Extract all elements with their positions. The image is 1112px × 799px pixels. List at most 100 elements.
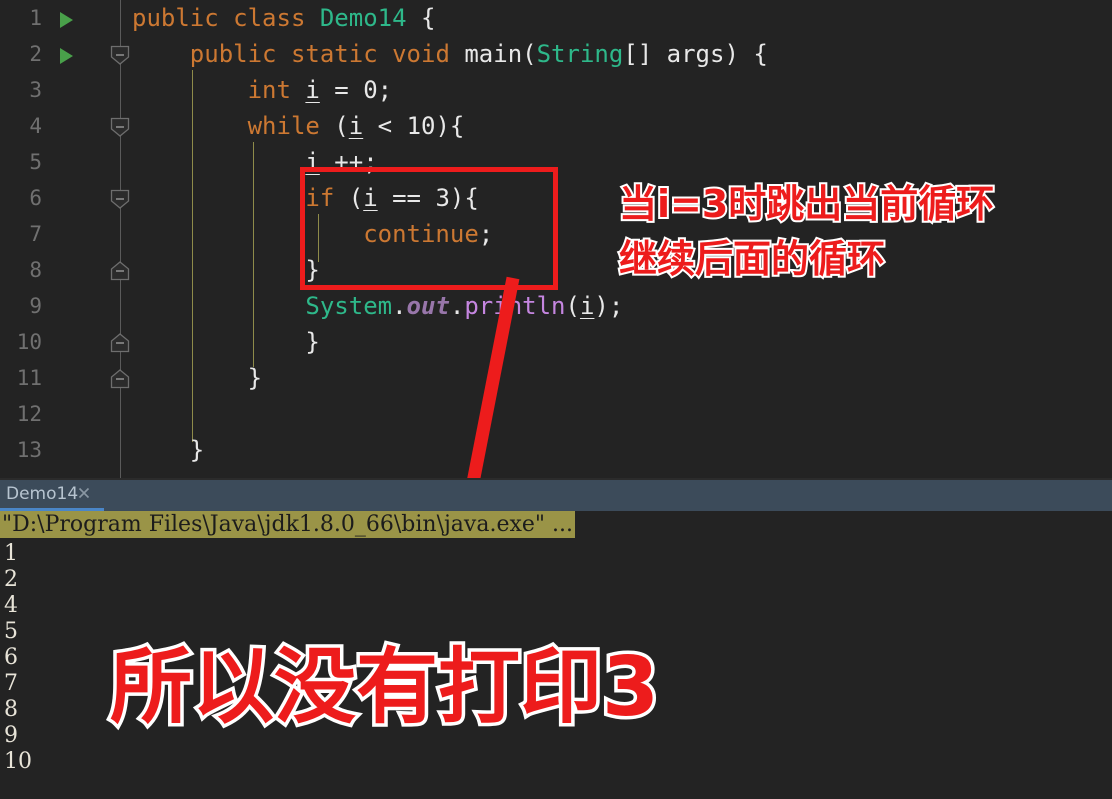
- code-token: (: [334, 112, 349, 140]
- run-arrow-icon[interactable]: [57, 0, 79, 36]
- line-number: 13: [16, 438, 42, 462]
- run-toolwindow-tabbar[interactable]: Demo14: [0, 478, 1112, 511]
- code-token: ++;: [319, 148, 378, 176]
- code-line[interactable]: while (i < 10){: [132, 108, 465, 144]
- console-output-line: 7: [4, 671, 18, 696]
- code-token: ){: [449, 184, 479, 212]
- code-token: }: [132, 256, 320, 284]
- code-line[interactable]: System.out.println(i);: [132, 288, 623, 324]
- console-output-line: 1: [4, 541, 18, 566]
- code-token: .: [392, 292, 407, 320]
- code-token: }: [132, 364, 263, 392]
- code-token: .: [449, 292, 465, 320]
- code-line[interactable]: }: [132, 432, 204, 468]
- fold-marker-icon[interactable]: [110, 252, 130, 288]
- line-number: 9: [29, 294, 42, 318]
- code-token: );: [594, 292, 624, 320]
- code-token: }: [132, 436, 205, 464]
- fold-marker-icon[interactable]: [110, 108, 130, 144]
- code-line[interactable]: i ++;: [132, 144, 378, 180]
- console-output-line: 5: [4, 619, 18, 644]
- code-token: static: [290, 40, 393, 68]
- code-token: i: [363, 184, 378, 212]
- run-arrow-icon[interactable]: [57, 36, 79, 72]
- fold-marker-icon[interactable]: [110, 324, 130, 360]
- console-output-line: 8: [4, 697, 18, 722]
- line-number: 3: [29, 78, 42, 102]
- code-token: while: [247, 112, 335, 140]
- code-token: (: [348, 184, 364, 212]
- code-token: main: [464, 40, 523, 68]
- code-token: 3: [435, 184, 450, 212]
- line-number: 4: [29, 114, 42, 138]
- code-token: Demo14: [319, 4, 407, 32]
- code-line[interactable]: }: [132, 252, 320, 288]
- fold-marker-icon[interactable]: [110, 36, 130, 72]
- code-line[interactable]: public static void main(String[] args) {: [132, 36, 768, 72]
- code-line[interactable]: continue;: [132, 216, 493, 252]
- code-token: ){: [435, 112, 465, 140]
- code-token: println: [464, 292, 566, 320]
- annotation-big-note: 所以没有打印3: [106, 637, 662, 739]
- code-token: }: [132, 328, 320, 356]
- code-token: 10: [406, 112, 436, 140]
- code-token: public: [132, 4, 234, 32]
- line-number: 11: [16, 366, 42, 390]
- console-output-line: 10: [4, 749, 32, 774]
- code-line[interactable]: }: [132, 360, 262, 396]
- code-token: i: [305, 148, 320, 176]
- code-token: 0: [363, 76, 378, 104]
- code-token: ;: [377, 76, 393, 104]
- annotation-note-line-1: 当i=3时跳出当前循环: [617, 180, 996, 228]
- line-number: 10: [16, 330, 42, 354]
- code-token: class: [233, 4, 320, 32]
- code-line[interactable]: if (i == 3){: [132, 180, 479, 216]
- code-token: ==: [377, 184, 436, 212]
- code-line[interactable]: int i = 0;: [132, 72, 393, 108]
- code-token: ;: [478, 220, 494, 248]
- ide-screenshot: 1 2 3 4 5 6 7 8 9 10 11 12 13 public class Demo14 { …: [0, 0, 1112, 799]
- code-token: i: [305, 76, 320, 104]
- code-token: continue: [363, 220, 479, 248]
- line-number: 7: [29, 222, 42, 246]
- code-token: void: [392, 40, 465, 68]
- line-number: 6: [29, 186, 42, 210]
- code-token: =: [319, 76, 364, 104]
- line-number: 2: [29, 42, 42, 66]
- code-editor[interactable]: 1 2 3 4 5 6 7 8 9 10 11 12 13 public class Demo14 { …: [0, 0, 1112, 478]
- line-number: 8: [29, 258, 42, 282]
- fold-marker-icon[interactable]: [110, 360, 130, 396]
- code-token: i: [348, 112, 364, 140]
- code-token: <: [363, 112, 407, 140]
- code-line[interactable]: public class Demo14 {: [132, 0, 435, 36]
- code-token: i: [579, 292, 595, 320]
- code-token: [] args) {: [623, 40, 768, 68]
- code-token: (: [522, 40, 537, 68]
- console-output-line: 9: [4, 723, 18, 748]
- code-token: System: [305, 292, 393, 320]
- console-output-line: 6: [4, 645, 18, 670]
- tabbar-top-divider: [0, 478, 1112, 480]
- tab-label: Demo14: [6, 484, 79, 504]
- code-line[interactable]: }: [132, 324, 320, 360]
- line-number: 5: [29, 150, 42, 174]
- code-token: (: [565, 292, 580, 320]
- code-token: String: [536, 40, 624, 68]
- editor-gutter[interactable]: 1 2 3 4 5 6 7 8 9 10 11 12 13: [0, 0, 132, 478]
- code-token: public: [189, 40, 291, 68]
- code-token: int: [247, 76, 306, 104]
- fold-marker-icon[interactable]: [110, 180, 130, 216]
- code-token: {: [406, 4, 436, 32]
- code-token: out: [406, 292, 450, 320]
- close-icon[interactable]: [76, 485, 92, 501]
- line-number: 12: [16, 402, 42, 426]
- tab-demo14[interactable]: Demo14: [0, 480, 104, 511]
- line-number: 1: [29, 6, 42, 30]
